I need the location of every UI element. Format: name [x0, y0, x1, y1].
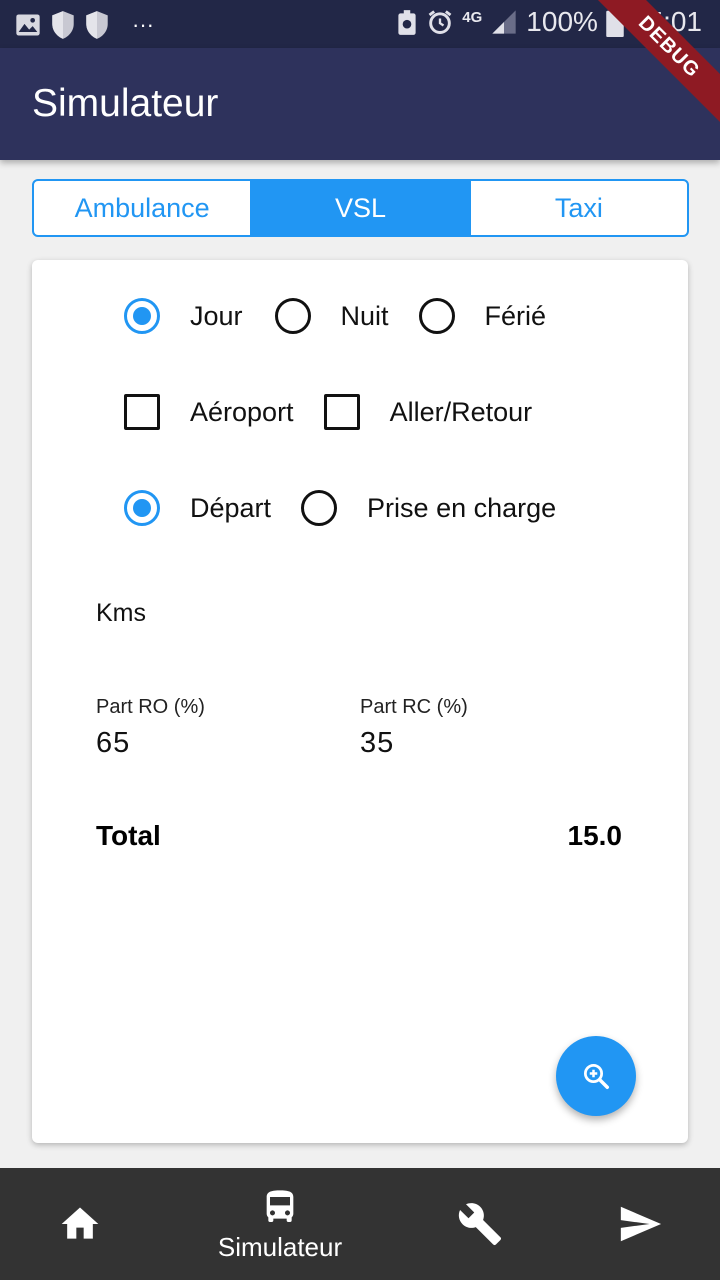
alarm-icon — [428, 10, 452, 34]
shield-notification-icon — [52, 11, 74, 39]
debug-banner-container: DEBUG — [560, 0, 720, 160]
checkbox-label-aeroport: Aéroport — [190, 396, 294, 427]
shield-notification-icon — [86, 11, 108, 39]
nav-send[interactable] — [600, 1168, 680, 1280]
total-value: 15.0 — [567, 820, 623, 851]
part-ro-field[interactable]: Part RO (%) 65 — [96, 696, 205, 760]
nav-tools[interactable] — [440, 1168, 520, 1280]
radio-label-ferie: Férié — [484, 300, 547, 331]
radio-label-depart: Départ — [190, 492, 272, 523]
debug-banner: DEBUG — [589, 0, 720, 127]
part-rc-label: Part RC (%) — [360, 696, 468, 718]
bottom-navigation: Simulateur — [0, 1168, 720, 1280]
radio-option-ferie[interactable]: Férié — [418, 298, 547, 334]
more-notifications-icon: ··· — [132, 12, 154, 37]
radio-ferie[interactable] — [418, 298, 455, 334]
radio-label-prise-en-charge: Prise en charge — [367, 492, 557, 523]
checkbox-label-aller-retour: Aller/Retour — [389, 396, 533, 427]
radio-label-nuit: Nuit — [340, 300, 389, 331]
checkbox-option-aeroport[interactable]: Aéroport — [124, 394, 294, 430]
extras-checkbox-group: Aéroport Aller/Retour — [124, 394, 532, 430]
checkbox-aller-retour[interactable] — [323, 394, 360, 430]
radio-option-depart[interactable]: Départ — [124, 490, 271, 526]
radio-depart[interactable] — [124, 490, 160, 526]
nav-label-simulateur: Simulateur — [217, 1231, 343, 1262]
recycle-notification-icon — [398, 10, 416, 35]
notification-icons: ··· — [14, 10, 154, 40]
radio-option-jour[interactable]: Jour — [124, 298, 243, 334]
radio-jour[interactable] — [124, 298, 160, 334]
checkbox-aeroport[interactable] — [124, 394, 160, 430]
send-icon — [620, 1206, 662, 1242]
total-label: Total — [96, 820, 161, 851]
nav-home[interactable] — [40, 1168, 120, 1280]
radio-prise-en-charge[interactable] — [301, 490, 338, 526]
page-title: Simulateur — [32, 82, 219, 125]
simulator-card: Jour Nuit Férié Aéroport Aller/Retour Dé… — [32, 260, 688, 1143]
zoom-button[interactable] — [556, 1036, 636, 1116]
image-notification-icon — [16, 14, 40, 36]
radio-label-jour: Jour — [190, 300, 243, 331]
wrench-icon — [458, 1203, 502, 1246]
bus-icon — [266, 1189, 294, 1222]
zoom-in-icon — [584, 1064, 609, 1089]
vehicle-type-selector: Ambulance VSL Taxi — [32, 179, 689, 237]
nav-simulateur[interactable]: Simulateur — [200, 1168, 360, 1280]
part-rc-value[interactable]: 35 — [360, 727, 468, 760]
checkbox-option-aller-retour[interactable]: Aller/Retour — [323, 394, 533, 430]
signal-icon — [492, 10, 516, 34]
part-ro-value[interactable]: 65 — [96, 727, 205, 760]
part-ro-label: Part RO (%) — [96, 696, 205, 718]
radio-nuit[interactable] — [274, 298, 311, 334]
kms-field[interactable]: Kms — [96, 599, 146, 628]
tab-vsl[interactable]: VSL — [252, 181, 471, 235]
start-point-radio-group: Départ Prise en charge — [124, 490, 556, 526]
home-icon — [61, 1207, 99, 1239]
tab-taxi[interactable]: Taxi — [471, 181, 687, 235]
part-rc-field[interactable]: Part RC (%) 35 — [360, 696, 468, 760]
tab-ambulance[interactable]: Ambulance — [34, 181, 253, 235]
radio-option-prise-en-charge[interactable]: Prise en charge — [301, 490, 556, 526]
network-type: 4G — [462, 8, 483, 26]
period-radio-group: Jour Nuit Férié — [124, 298, 546, 334]
radio-option-nuit[interactable]: Nuit — [274, 298, 389, 334]
